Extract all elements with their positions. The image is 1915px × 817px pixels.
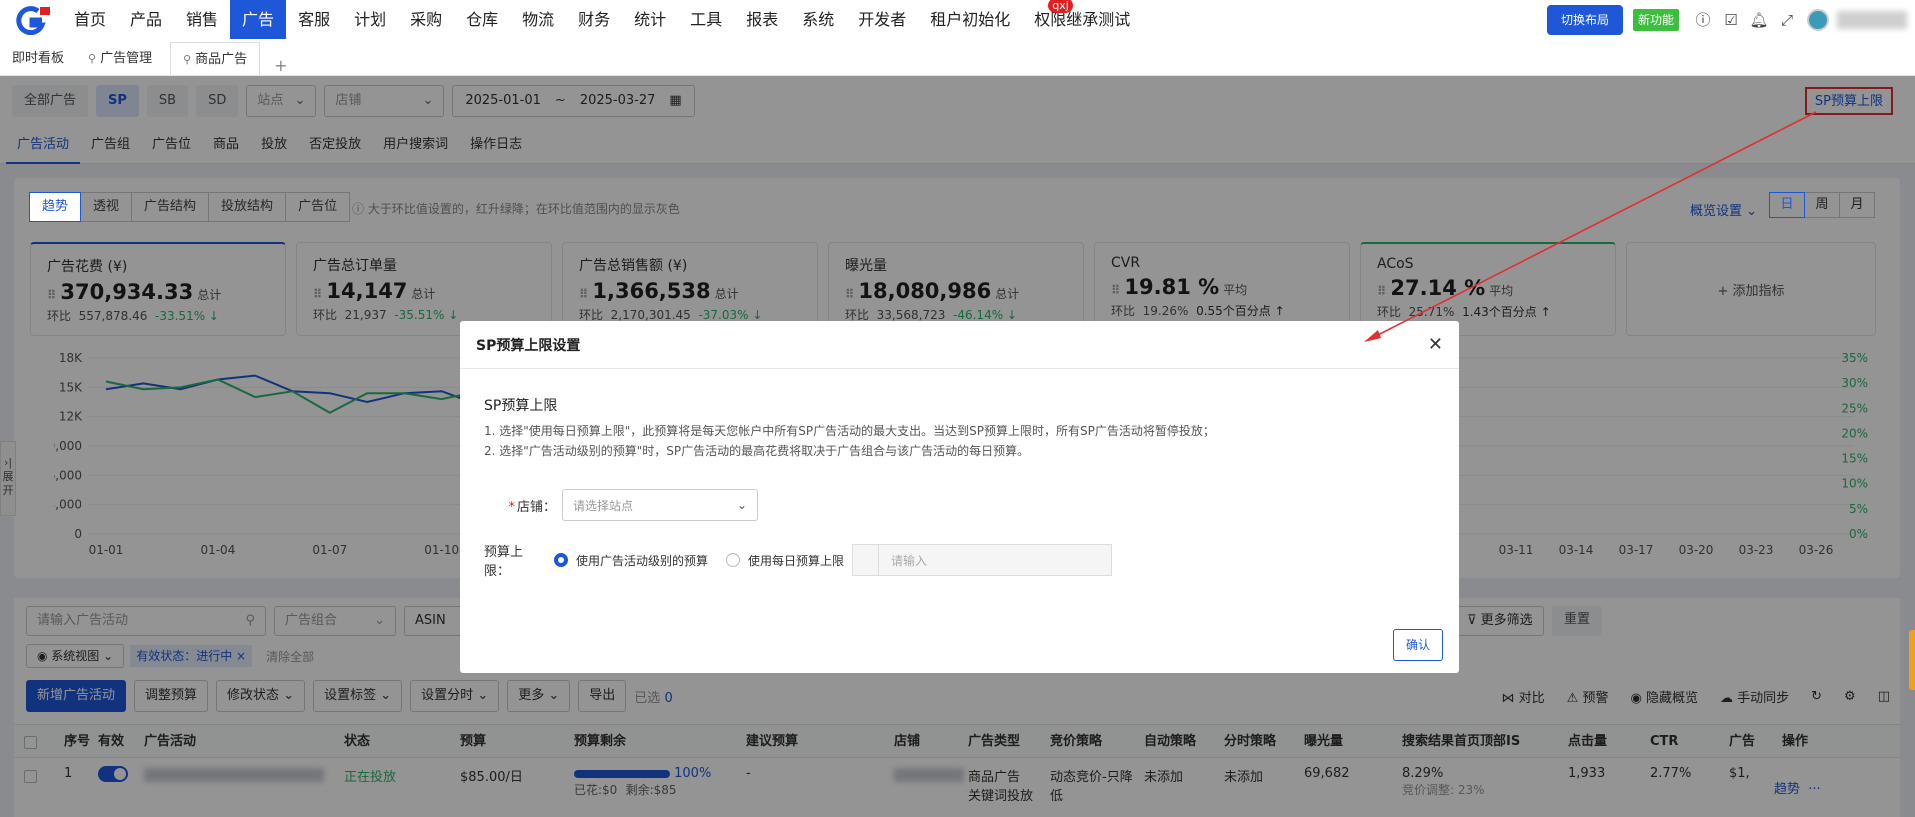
username-redacted[interactable] <box>1837 10 1907 29</box>
menu-item[interactable]: 系统 <box>790 0 846 39</box>
fullscreen-icon[interactable]: ⤢ <box>1773 11 1801 29</box>
avatar[interactable] <box>1807 8 1829 31</box>
menu-item[interactable]: 销售 <box>174 0 230 39</box>
new-feature-button[interactable]: 新功能 <box>1632 8 1679 31</box>
menu-item[interactable]: 仓库 <box>454 0 510 39</box>
required-mark: * <box>508 499 515 515</box>
tab-ad-management[interactable]: ⚲ 广告管理 <box>76 42 164 75</box>
radio-dot <box>726 553 741 567</box>
tab-dashboard[interactable]: 即时看板 <box>0 42 76 75</box>
switch-layout-button[interactable]: 切换布局 <box>1546 4 1623 35</box>
menu-item[interactable]: 租户初始化 <box>918 0 1022 39</box>
pin-icon: ⚲ <box>88 52 97 65</box>
store-label: * 店铺： <box>484 496 556 515</box>
daily-budget-input[interactable]: 请输入 <box>852 544 1113 576</box>
menu-item[interactable]: 产品 <box>118 0 174 39</box>
menu-item[interactable]: 开发者 <box>846 0 918 39</box>
dialog-body: SP预算上限 1. 选择"使用每日预算上限"，此预算将是每天您帐户中所有SP广告… <box>460 369 1459 579</box>
radio-dot <box>554 553 568 567</box>
menu-item[interactable]: 权限继承测试 qxj <box>1022 0 1142 39</box>
menu-item[interactable]: 财务 <box>566 0 622 39</box>
dialog-title: SP预算上限设置 <box>476 337 581 354</box>
tab-product-ads[interactable]: ⚲ 商品广告 <box>170 42 261 75</box>
tab-label: 即时看板 <box>12 51 65 66</box>
help-icon[interactable]: ⓘ <box>1689 9 1717 30</box>
section-title: SP预算上限 <box>484 398 558 414</box>
radio-daily-limit[interactable]: 使用每日预算上限 <box>726 552 844 569</box>
description-1: 1. 选择"使用每日预算上限"，此预算将是每天您帐户中所有SP广告活动的最大支出… <box>484 424 1215 438</box>
task-icon[interactable]: ☑ <box>1717 11 1745 29</box>
menu-item[interactable]: 物流 <box>510 0 566 39</box>
period-day[interactable]: 日 <box>1769 192 1805 218</box>
bell-icon[interactable]: 🔔︎ <box>1745 11 1773 29</box>
main-menu: 首页 产品 销售 广告 客服 计划 采购 仓库 物流 财务 统计 工具 报表 系统 开发者 租户初始化 权限继承… <box>62 0 1142 39</box>
budget-form-row: 预算上限： 使用广告活动级别的预算 使用每日预算上限 请输入 <box>484 541 1435 579</box>
store-select[interactable]: 请选择站点 ⌄ <box>562 489 758 521</box>
tab-label: 商品广告 <box>195 52 248 67</box>
menu-item[interactable]: 首页 <box>62 0 118 39</box>
nav-right-tools: 切换布局 新功能 ⓘ ☑ 🔔︎ ⤢ <box>1546 0 1915 39</box>
tab-label: 广告管理 <box>100 51 153 66</box>
confirm-button[interactable]: 确认 <box>1392 629 1443 661</box>
dialog-header: SP预算上限设置 ✕ <box>460 321 1459 369</box>
menu-item[interactable]: 统计 <box>622 0 678 39</box>
menu-item[interactable]: 工具 <box>678 0 734 39</box>
store-form-row: * 店铺： 请选择站点 ⌄ <box>484 489 1435 521</box>
feedback-tab[interactable] <box>1909 630 1915 690</box>
description-2: 2. 选择"广告活动级别的预算"时，SP广告活动的最高花费将取决于广告组合与该广… <box>484 444 1030 458</box>
budget-label: 预算上限： <box>484 545 524 579</box>
radio-campaign-level[interactable]: 使用广告活动级别的预算 <box>554 552 708 569</box>
view-tab-trend[interactable]: 趋势 <box>29 192 82 222</box>
top-navigation: 首页 产品 销售 广告 客服 计划 采购 仓库 物流 财务 统计 工具 报表 系统 开发者 租户初始化 权限继承… <box>0 0 1915 39</box>
menu-item[interactable]: 计划 <box>342 0 398 39</box>
currency-prefix <box>853 545 880 575</box>
pin-icon: ⚲ <box>183 53 192 66</box>
menu-item[interactable]: 客服 <box>286 0 342 39</box>
chevron-down-icon: ⌄ <box>736 498 747 512</box>
menu-item[interactable]: 采购 <box>398 0 454 39</box>
close-icon[interactable]: ✕ <box>1428 334 1443 355</box>
menu-item[interactable]: 广告 <box>230 0 287 39</box>
user-badge: qxj <box>1048 0 1073 13</box>
menu-item[interactable]: 报表 <box>734 0 790 39</box>
radio-daily-limit-label: 使用每日预算上限 <box>748 553 845 568</box>
add-tab-button[interactable]: + <box>260 56 301 75</box>
radio-campaign-level-label: 使用广告活动级别的预算 <box>576 553 709 568</box>
page-tabs: 即时看板 ⚲ 广告管理 ⚲ 商品广告 + <box>0 39 1915 76</box>
daily-budget-placeholder: 请输入 <box>891 553 928 568</box>
store-label-text: 店铺： <box>516 499 556 515</box>
brand-logo[interactable] <box>0 0 62 39</box>
store-select-placeholder: 请选择站点 <box>573 498 634 513</box>
sp-budget-limit-dialog: SP预算上限设置 ✕ SP预算上限 1. 选择"使用每日预算上限"，此预算将是每… <box>460 321 1459 673</box>
